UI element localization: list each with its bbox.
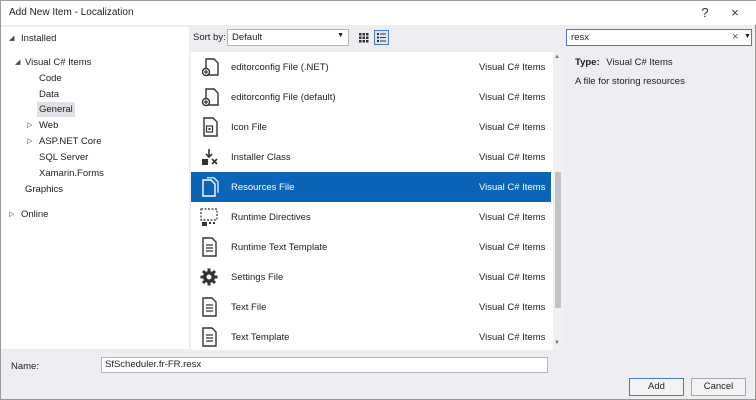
chevron-down-icon[interactable]: ▼ [744, 33, 751, 40]
item-category: Visual C# Items [479, 302, 546, 313]
text-template-icon [202, 237, 217, 257]
item-category: Visual C# Items [479, 212, 546, 223]
tree-item-code[interactable]: Code [39, 71, 62, 86]
tree-item-xamarin-forms[interactable]: Xamarin.Forms [39, 166, 104, 181]
tree-item-data[interactable]: Data [39, 87, 59, 102]
add-button[interactable]: Add [629, 378, 684, 396]
tree-label: Visual C# Items [25, 57, 92, 68]
scroll-up-arrow-icon[interactable]: ▲ [554, 54, 560, 60]
sort-by-value: Default [232, 32, 263, 43]
installer-icon [202, 149, 218, 165]
tree-item-web[interactable]: ▷ Web [27, 118, 58, 133]
name-label: Name: [11, 361, 39, 372]
item-name: editorconfig File (default) [231, 92, 336, 103]
list-scrollbar[interactable]: ▲ ▼ [553, 52, 563, 350]
list-view-icon [377, 33, 386, 42]
item-name: Runtime Text Template [231, 242, 328, 253]
tree-item-visual-cs-items[interactable]: ◢ Visual C# Items [15, 55, 91, 70]
grid-view-button[interactable] [356, 30, 371, 45]
search-value: resx [571, 32, 589, 43]
text-file-icon [202, 297, 217, 317]
type-value: Visual C# Items [606, 57, 673, 68]
list-item[interactable]: editorconfig File (.NET) Visual C# Items [191, 52, 551, 82]
gear-icon [200, 268, 218, 286]
tree-item-general[interactable]: General [37, 102, 75, 117]
tree-item-graphics[interactable]: Graphics [25, 182, 63, 197]
tree-label: Online [21, 209, 49, 220]
icon-file-icon [203, 117, 218, 137]
list-item[interactable]: Text File Visual C# Items [191, 292, 551, 322]
item-name: Runtime Directives [231, 212, 311, 223]
item-category: Visual C# Items [479, 92, 546, 103]
list-item[interactable]: editorconfig File (default) Visual C# It… [191, 82, 551, 112]
tree-label: ASP.NET Core [39, 136, 102, 147]
item-category: Visual C# Items [479, 152, 546, 163]
item-name: Resources File [231, 182, 295, 193]
item-category: Visual C# Items [479, 62, 546, 73]
item-description: A file for storing resources [575, 76, 685, 87]
help-button[interactable]: ? [693, 3, 717, 23]
list-item[interactable]: Installer Class Visual C# Items [191, 142, 551, 172]
cancel-button[interactable]: Cancel [691, 378, 746, 396]
list-item[interactable]: Icon File Visual C# Items [191, 112, 551, 142]
item-category: Visual C# Items [479, 332, 546, 343]
list-item[interactable]: Runtime Directives Visual C# Items [191, 202, 551, 232]
tree-label: Installed [21, 33, 57, 44]
title-bar: Add New Item - Localization ? × [1, 1, 756, 25]
item-name: Text File [231, 302, 267, 313]
item-category: Visual C# Items [479, 242, 546, 253]
add-new-item-dialog: Add New Item - Localization ? × ◢ Instal… [0, 0, 756, 400]
item-name: Text Template [231, 332, 290, 343]
collapsed-triangle-icon[interactable]: ▷ [9, 207, 14, 222]
sort-by-label: Sort by: [193, 32, 226, 43]
list-item[interactable]: Text Template Visual C# Items [191, 322, 551, 352]
close-button[interactable]: × [723, 3, 747, 23]
item-category: Visual C# Items [479, 122, 546, 133]
item-name: Icon File [231, 122, 267, 133]
tree-item-online[interactable]: ▷ Online [9, 207, 48, 222]
collapsed-triangle-icon[interactable]: ▷ [27, 134, 32, 149]
expanded-triangle-icon[interactable]: ◢ [9, 31, 14, 46]
type-label: Type: [575, 57, 600, 68]
grid-view-icon [359, 33, 369, 43]
details-panel: Type: Visual C# Items A file for storing… [575, 57, 685, 87]
expanded-triangle-icon[interactable]: ◢ [15, 55, 20, 70]
item-category: Visual C# Items [479, 272, 546, 283]
list-item[interactable]: Runtime Text Template Visual C# Items [191, 232, 551, 262]
runtime-directives-icon [200, 208, 218, 226]
list-item-selected[interactable]: Resources File Visual C# Items [191, 172, 551, 202]
tree-item-sql-server[interactable]: SQL Server [39, 150, 88, 165]
resources-icon [202, 177, 219, 197]
template-category-tree: ◢ Installed ◢ Visual C# Items Code Data … [1, 27, 189, 349]
sort-by-dropdown[interactable]: Default ▼ [227, 29, 349, 46]
list-item[interactable]: Settings File Visual C# Items [191, 262, 551, 292]
tree-label: Web [39, 120, 59, 131]
list-view-button[interactable] [374, 30, 389, 45]
window-title: Add New Item - Localization [9, 7, 134, 18]
tree-item-aspnet-core[interactable]: ▷ ASP.NET Core [27, 134, 101, 149]
file-name-field[interactable]: SfScheduler.fr-FR.resx [101, 357, 548, 373]
editorconfig-icon [201, 58, 219, 77]
scroll-down-arrow-icon[interactable]: ▼ [554, 340, 560, 346]
text-template-icon [202, 327, 217, 347]
item-name: Installer Class [231, 152, 291, 163]
item-category: Visual C# Items [479, 182, 546, 193]
clear-search-icon[interactable]: × [732, 31, 738, 43]
search-input[interactable]: resx × ▼ [566, 29, 752, 46]
chevron-down-icon: ▼ [337, 32, 344, 39]
collapsed-triangle-icon[interactable]: ▷ [27, 118, 32, 133]
tree-item-installed[interactable]: ◢ Installed [9, 31, 56, 46]
editorconfig-icon [201, 88, 219, 107]
template-list: editorconfig File (.NET) Visual C# Items… [191, 52, 553, 350]
item-name: Settings File [231, 272, 284, 283]
item-name: editorconfig File (.NET) [231, 62, 329, 73]
scrollbar-thumb[interactable] [555, 172, 561, 308]
